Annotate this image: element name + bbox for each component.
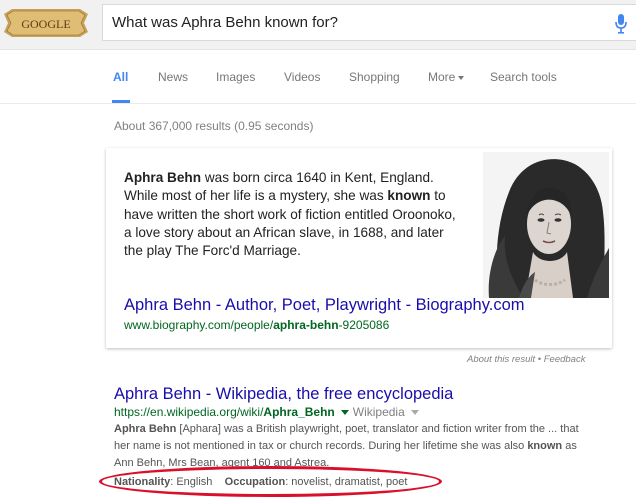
tab-all[interactable]: All [113,70,128,84]
logo-text: GOOGLE [21,17,70,31]
result-snippet-bold-name: Aphra Behn [114,423,177,435]
tab-videos[interactable]: Videos [284,70,320,84]
wikipedia-result-snippet: Aphra Behn [Aphara] was a British playwr… [114,421,584,472]
feedback-link[interactable]: Feedback [544,354,586,365]
tab-shopping[interactable]: Shopping [349,70,400,84]
highlight-ellipse-annotation [99,466,442,497]
wikipedia-result-title-link[interactable]: Aphra Behn - Wikipedia, the free encyclo… [114,385,453,404]
microphone-icon[interactable] [614,13,628,35]
active-tab-indicator [112,100,130,103]
about-result-bar: About this result • Feedback [467,354,585,365]
result-snippet-bold-known: known [527,440,563,452]
result-url-bold: Aphra_Behn [263,405,335,419]
result-options-dropdown-icon[interactable] [340,410,349,416]
tab-search-tools[interactable]: Search tools [490,70,557,84]
result-source-label: Wikipedia [352,405,405,419]
tab-news[interactable]: News [158,70,188,84]
snippet-bold-name: Aphra Behn [124,170,202,185]
search-header: GOOGLE What was Aphra Behn known for? [0,0,636,50]
featured-snippet-title-link[interactable]: Aphra Behn - Author, Poet, Playwright - … [124,296,525,315]
featured-snippet-card: Aphra Behn was born circa 1640 in Kent, … [106,148,612,348]
result-stats: About 367,000 results (0.95 seconds) [114,119,314,133]
featured-snippet-url[interactable]: www.biography.com/people/aphra-behn-9205… [124,318,389,332]
card-url-suffix: -9205086 [338,318,390,332]
source-options-dropdown-icon[interactable] [410,410,419,416]
snippet-bold-known: known [387,188,431,204]
aphra-behn-portrait-image[interactable] [483,152,609,298]
card-url-bold: aphra-behn [273,318,339,332]
search-tabs: All News Images Videos Shopping More Sea… [0,51,636,104]
google-doodle-logo[interactable]: GOOGLE [4,9,88,37]
about-this-result-link[interactable]: About this result [467,354,535,365]
tab-more-label: More [428,70,456,84]
tab-more[interactable]: More [428,70,465,84]
chevron-down-icon [458,75,465,80]
result-snippet-part1: [Aphara] was a British playwright, poet,… [114,423,579,452]
result-url-prefix: https://en.wikipedia.org/wiki/ [114,405,264,419]
search-input[interactable]: What was Aphra Behn known for? [102,4,636,41]
wikipedia-result-url[interactable]: https://en.wikipedia.org/wiki/Aphra_Behn… [114,405,423,419]
about-separator: • [535,354,544,365]
card-url-prefix: www.biography.com/people/ [124,318,274,332]
tab-images[interactable]: Images [216,70,255,84]
search-query-text: What was Aphra Behn known for? [112,14,338,31]
featured-snippet-text: Aphra Behn was born circa 1640 in Kent, … [124,169,464,260]
